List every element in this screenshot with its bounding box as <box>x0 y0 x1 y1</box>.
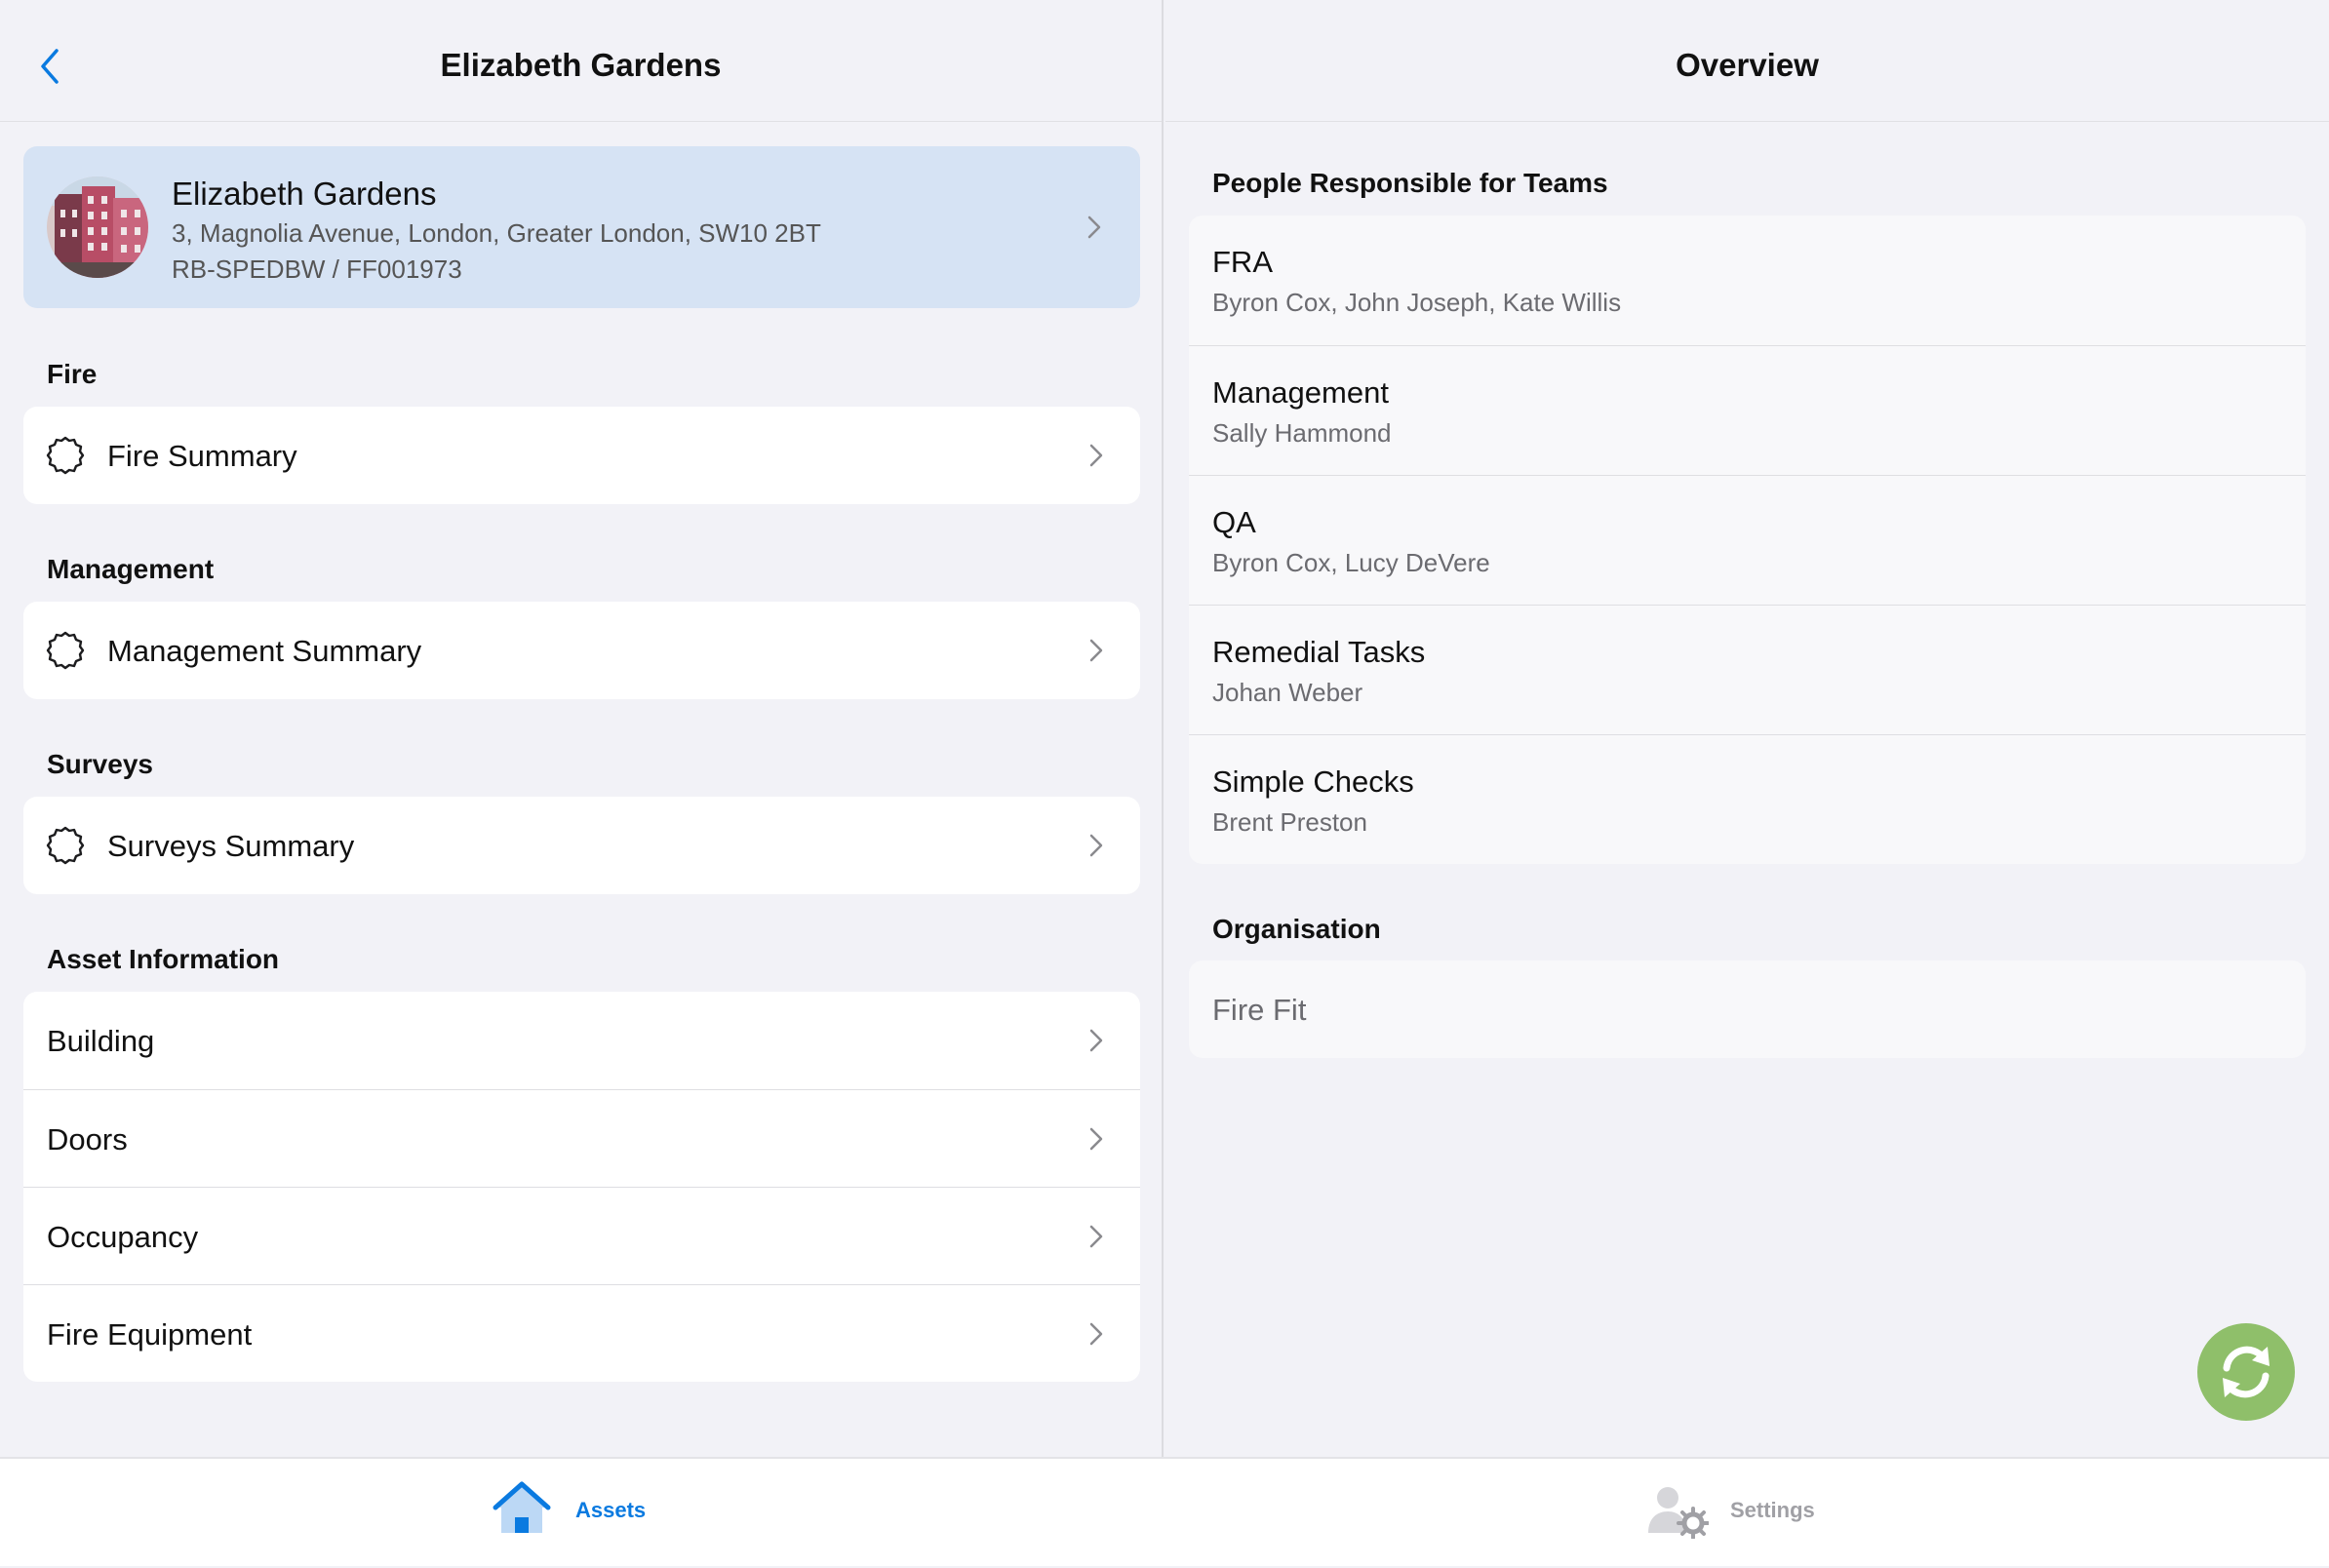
organisation-row: Fire Fit <box>1189 960 2306 1058</box>
team-people: Byron Cox, Lucy DeVere <box>1212 548 1490 577</box>
fire-card: Fire Summary <box>23 407 1140 504</box>
organisation-name: Fire Fit <box>1212 993 1307 1027</box>
right-page-title: Overview <box>1676 47 1819 83</box>
teams-section-header: People Responsible for Teams <box>1212 168 1608 198</box>
chevron-right-icon <box>1089 834 1103 857</box>
left-page-title: Elizabeth Gardens <box>440 47 722 83</box>
team-name: Simple Checks <box>1212 764 1414 799</box>
team-people: Byron Cox, John Joseph, Kate Willis <box>1212 288 1622 317</box>
chevron-right-icon <box>1089 444 1103 467</box>
asset-info-row-occupancy[interactable]: Occupancy <box>23 1187 1140 1284</box>
organisation-section-header: Organisation <box>1212 914 1381 944</box>
team-row: FRA Byron Cox, John Joseph, Kate Willis <box>1189 216 2306 345</box>
asset-info-label: Fire Equipment <box>47 1317 253 1352</box>
chevron-right-icon <box>1089 639 1103 662</box>
tab-settings-label: Settings <box>1730 1498 1815 1522</box>
asset-info-label: Doors <box>47 1122 128 1156</box>
app-window: Elizabeth Gardens Elizabeth Gardens 3, M… <box>0 0 2329 1566</box>
asset-name: Elizabeth Gardens <box>172 176 437 212</box>
management-card: Management Summary <box>23 602 1140 699</box>
badge-outline-icon <box>46 826 85 865</box>
tab-settings[interactable]: Settings <box>1646 1459 1841 1568</box>
asset-information-card: Building Doors Occupancy Fire Equipment <box>23 992 1140 1382</box>
teams-card: FRA Byron Cox, John Joseph, Kate Willis … <box>1189 216 2306 864</box>
badge-outline-icon <box>46 631 85 670</box>
organisation-card: Fire Fit <box>1189 960 2306 1058</box>
management-summary-row[interactable]: Management Summary <box>23 602 1140 699</box>
surveys-summary-row[interactable]: Surveys Summary <box>23 797 1140 894</box>
chevron-right-icon <box>1089 1322 1103 1346</box>
tab-assets[interactable]: Assets <box>488 1459 683 1568</box>
asset-reference: RB-SPEDBW / FF001973 <box>172 255 462 284</box>
management-summary-label: Management Summary <box>107 634 422 668</box>
asset-info-label: Building <box>47 1024 155 1058</box>
team-row: QA Byron Cox, Lucy DeVere <box>1189 475 2306 605</box>
chevron-right-icon <box>1089 1029 1103 1052</box>
right-navbar: Overview <box>1165 0 2329 122</box>
refresh-button[interactable] <box>2197 1323 2295 1421</box>
asset-info-label: Occupancy <box>47 1220 199 1254</box>
section-header-asset-information: Asset Information <box>47 944 280 974</box>
team-name: FRA <box>1212 245 1273 279</box>
team-people: Brent Preston <box>1212 807 1367 837</box>
section-header-surveys: Surveys <box>47 749 153 779</box>
chevron-right-icon <box>1087 216 1101 239</box>
team-name: QA <box>1212 505 1256 539</box>
asset-header-card[interactable]: Elizabeth Gardens 3, Magnolia Avenue, Lo… <box>23 146 1140 308</box>
team-people: Sally Hammond <box>1212 418 1392 448</box>
team-people: Johan Weber <box>1212 678 1363 707</box>
asset-photo <box>47 176 148 278</box>
surveys-card: Surveys Summary <box>23 797 1140 894</box>
surveys-summary-label: Surveys Summary <box>107 829 355 863</box>
team-name: Management <box>1212 375 1389 410</box>
badge-outline-icon <box>46 436 85 475</box>
chevron-right-icon <box>1089 1127 1103 1151</box>
tab-assets-label: Assets <box>575 1498 647 1522</box>
overview-pane: Overview People Responsible for Teams FR… <box>1165 0 2329 1457</box>
asset-info-row-fire-equipment[interactable]: Fire Equipment <box>23 1284 1140 1382</box>
fire-summary-label: Fire Summary <box>107 439 297 473</box>
refresh-icon <box>2223 1346 2270 1398</box>
section-header-fire: Fire <box>47 359 98 389</box>
asset-address: 3, Magnolia Avenue, London, Greater Lond… <box>172 218 821 248</box>
team-name: Remedial Tasks <box>1212 635 1426 669</box>
house-icon <box>493 1481 551 1533</box>
asset-info-row-doors[interactable]: Doors <box>23 1089 1140 1187</box>
section-header-management: Management <box>47 554 215 584</box>
fire-summary-row[interactable]: Fire Summary <box>23 407 1140 504</box>
team-row: Management Sally Hammond <box>1189 345 2306 475</box>
team-row: Remedial Tasks Johan Weber <box>1189 605 2306 734</box>
asset-detail-pane: Elizabeth Gardens Elizabeth Gardens 3, M… <box>0 0 1164 1457</box>
chevron-right-icon <box>1089 1225 1103 1248</box>
left-navbar: Elizabeth Gardens <box>0 0 1162 122</box>
person-gear-icon <box>1648 1487 1709 1539</box>
tab-bar: Assets Settings <box>0 1457 2329 1566</box>
asset-info-row-building[interactable]: Building <box>23 992 1140 1089</box>
team-row: Simple Checks Brent Preston <box>1189 734 2306 864</box>
